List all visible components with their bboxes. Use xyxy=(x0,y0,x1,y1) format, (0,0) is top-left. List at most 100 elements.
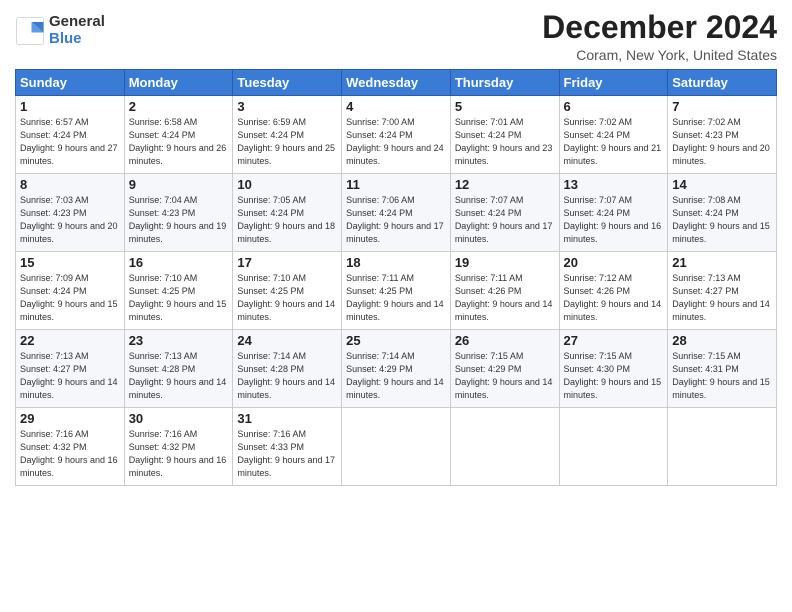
calendar-cell: 9Sunrise: 7:04 AMSunset: 4:23 PMDaylight… xyxy=(124,174,233,252)
col-header-thursday: Thursday xyxy=(450,70,559,96)
logo-general-text: General xyxy=(49,14,105,31)
calendar: SundayMondayTuesdayWednesdayThursdayFrid… xyxy=(15,69,777,486)
day-number: 30 xyxy=(129,411,229,426)
day-info: Sunrise: 7:10 AMSunset: 4:25 PMDaylight:… xyxy=(237,273,335,322)
day-number: 23 xyxy=(129,333,229,348)
day-info: Sunrise: 7:01 AMSunset: 4:24 PMDaylight:… xyxy=(455,117,553,166)
day-info: Sunrise: 7:11 AMSunset: 4:25 PMDaylight:… xyxy=(346,273,444,322)
day-info: Sunrise: 6:57 AMSunset: 4:24 PMDaylight:… xyxy=(20,117,118,166)
day-number: 24 xyxy=(237,333,337,348)
calendar-cell: 16 Sunrise: 7:10 AMSunset: 4:25 PMDayligh… xyxy=(124,252,233,330)
calendar-cell: 23 Sunrise: 7:13 AMSunset: 4:28 PMDayligh… xyxy=(124,330,233,408)
logo-blue-text: Blue xyxy=(49,31,105,48)
day-number: 3 xyxy=(237,99,337,114)
day-number: 14 xyxy=(672,177,772,192)
day-info: Sunrise: 7:16 AMSunset: 4:33 PMDaylight:… xyxy=(237,429,335,478)
calendar-cell: 24 Sunrise: 7:14 AMSunset: 4:28 PMDayligh… xyxy=(233,330,342,408)
calendar-cell: 10 Sunrise: 7:05 AMSunset: 4:24 PMDayligh… xyxy=(233,174,342,252)
day-info: Sunrise: 7:16 AMSunset: 4:32 PMDaylight:… xyxy=(20,429,118,478)
page: General Blue December 2024 Coram, New Yo… xyxy=(0,0,792,612)
day-info: Sunrise: 7:11 AMSunset: 4:26 PMDaylight:… xyxy=(455,273,553,322)
day-info: Sunrise: 7:05 AMSunset: 4:24 PMDaylight:… xyxy=(237,195,335,244)
calendar-cell: 8 Sunrise: 7:03 AMSunset: 4:23 PMDaylight… xyxy=(16,174,125,252)
col-header-sunday: Sunday xyxy=(16,70,125,96)
day-number: 27 xyxy=(564,333,664,348)
week-row-4: 22Sunrise: 7:13 AMSunset: 4:27 PMDayligh… xyxy=(16,330,777,408)
subtitle: Coram, New York, United States xyxy=(542,47,777,63)
logo: General Blue xyxy=(15,14,105,47)
day-number: 6 xyxy=(564,99,664,114)
calendar-cell: 31 Sunrise: 7:16 AMSunset: 4:33 PMDayligh… xyxy=(233,408,342,486)
day-number: 29 xyxy=(20,411,120,426)
calendar-cell: 11 Sunrise: 7:06 AMSunset: 4:24 PMDayligh… xyxy=(342,174,451,252)
calendar-cell: 7 Sunrise: 7:02 AMSunset: 4:23 PMDaylight… xyxy=(668,96,777,174)
day-number: 11 xyxy=(346,177,446,192)
logo-text: General Blue xyxy=(49,14,105,47)
calendar-cell: 15Sunrise: 7:09 AMSunset: 4:24 PMDayligh… xyxy=(16,252,125,330)
day-info: Sunrise: 7:13 AMSunset: 4:27 PMDaylight:… xyxy=(20,351,118,400)
calendar-cell: 12 Sunrise: 7:07 AMSunset: 4:24 PMDayligh… xyxy=(450,174,559,252)
day-info: Sunrise: 7:13 AMSunset: 4:28 PMDaylight:… xyxy=(129,351,227,400)
day-number: 10 xyxy=(237,177,337,192)
week-row-2: 8 Sunrise: 7:03 AMSunset: 4:23 PMDaylight… xyxy=(16,174,777,252)
calendar-cell: 18Sunrise: 7:11 AMSunset: 4:25 PMDayligh… xyxy=(342,252,451,330)
logo-icon xyxy=(15,16,45,46)
calendar-cell: 30 Sunrise: 7:16 AMSunset: 4:32 PMDayligh… xyxy=(124,408,233,486)
calendar-cell xyxy=(450,408,559,486)
calendar-cell xyxy=(559,408,668,486)
calendar-cell: 1Sunrise: 6:57 AMSunset: 4:24 PMDaylight… xyxy=(16,96,125,174)
calendar-cell xyxy=(342,408,451,486)
col-header-tuesday: Tuesday xyxy=(233,70,342,96)
calendar-cell: 22Sunrise: 7:13 AMSunset: 4:27 PMDayligh… xyxy=(16,330,125,408)
day-info: Sunrise: 7:16 AMSunset: 4:32 PMDaylight:… xyxy=(129,429,227,478)
col-header-friday: Friday xyxy=(559,70,668,96)
day-info: Sunrise: 7:10 AMSunset: 4:25 PMDaylight:… xyxy=(129,273,227,322)
calendar-cell: 28Sunrise: 7:15 AMSunset: 4:31 PMDayligh… xyxy=(668,330,777,408)
col-header-wednesday: Wednesday xyxy=(342,70,451,96)
calendar-cell: 27 Sunrise: 7:15 AMSunset: 4:30 PMDayligh… xyxy=(559,330,668,408)
day-info: Sunrise: 7:06 AMSunset: 4:24 PMDaylight:… xyxy=(346,195,444,244)
col-header-monday: Monday xyxy=(124,70,233,96)
calendar-cell: 25 Sunrise: 7:14 AMSunset: 4:29 PMDayligh… xyxy=(342,330,451,408)
day-number: 17 xyxy=(237,255,337,270)
day-number: 8 xyxy=(20,177,120,192)
day-info: Sunrise: 7:02 AMSunset: 4:23 PMDaylight:… xyxy=(672,117,770,166)
day-number: 2 xyxy=(129,99,229,114)
day-number: 19 xyxy=(455,255,555,270)
day-info: Sunrise: 7:03 AMSunset: 4:23 PMDaylight:… xyxy=(20,195,118,244)
day-info: Sunrise: 7:00 AMSunset: 4:24 PMDaylight:… xyxy=(346,117,444,166)
col-header-saturday: Saturday xyxy=(668,70,777,96)
calendar-cell: 21 Sunrise: 7:13 AMSunset: 4:27 PMDayligh… xyxy=(668,252,777,330)
day-number: 16 xyxy=(129,255,229,270)
day-info: Sunrise: 6:58 AMSunset: 4:24 PMDaylight:… xyxy=(129,117,227,166)
day-info: Sunrise: 6:59 AMSunset: 4:24 PMDaylight:… xyxy=(237,117,335,166)
calendar-cell: 20Sunrise: 7:12 AMSunset: 4:26 PMDayligh… xyxy=(559,252,668,330)
day-number: 21 xyxy=(672,255,772,270)
day-info: Sunrise: 7:13 AMSunset: 4:27 PMDaylight:… xyxy=(672,273,770,322)
calendar-cell: 14Sunrise: 7:08 AMSunset: 4:24 PMDayligh… xyxy=(668,174,777,252)
day-info: Sunrise: 7:14 AMSunset: 4:28 PMDaylight:… xyxy=(237,351,335,400)
day-info: Sunrise: 7:07 AMSunset: 4:24 PMDaylight:… xyxy=(455,195,553,244)
day-info: Sunrise: 7:15 AMSunset: 4:30 PMDaylight:… xyxy=(564,351,662,400)
day-number: 31 xyxy=(237,411,337,426)
day-number: 25 xyxy=(346,333,446,348)
day-number: 7 xyxy=(672,99,772,114)
calendar-cell: 5Sunrise: 7:01 AMSunset: 4:24 PMDaylight… xyxy=(450,96,559,174)
calendar-cell: 26Sunrise: 7:15 AMSunset: 4:29 PMDayligh… xyxy=(450,330,559,408)
header: General Blue December 2024 Coram, New Yo… xyxy=(15,10,777,63)
week-row-5: 29 Sunrise: 7:16 AMSunset: 4:32 PMDayligh… xyxy=(16,408,777,486)
calendar-cell: 29 Sunrise: 7:16 AMSunset: 4:32 PMDayligh… xyxy=(16,408,125,486)
calendar-cell: 19 Sunrise: 7:11 AMSunset: 4:26 PMDayligh… xyxy=(450,252,559,330)
day-info: Sunrise: 7:15 AMSunset: 4:29 PMDaylight:… xyxy=(455,351,553,400)
day-number: 13 xyxy=(564,177,664,192)
day-info: Sunrise: 7:12 AMSunset: 4:26 PMDaylight:… xyxy=(564,273,662,322)
day-number: 12 xyxy=(455,177,555,192)
calendar-cell: 13 Sunrise: 7:07 AMSunset: 4:24 PMDayligh… xyxy=(559,174,668,252)
day-info: Sunrise: 7:07 AMSunset: 4:24 PMDaylight:… xyxy=(564,195,662,244)
day-info: Sunrise: 7:15 AMSunset: 4:31 PMDaylight:… xyxy=(672,351,770,400)
day-number: 15 xyxy=(20,255,120,270)
header-row: SundayMondayTuesdayWednesdayThursdayFrid… xyxy=(16,70,777,96)
day-number: 4 xyxy=(346,99,446,114)
week-row-3: 15Sunrise: 7:09 AMSunset: 4:24 PMDayligh… xyxy=(16,252,777,330)
day-info: Sunrise: 7:14 AMSunset: 4:29 PMDaylight:… xyxy=(346,351,444,400)
